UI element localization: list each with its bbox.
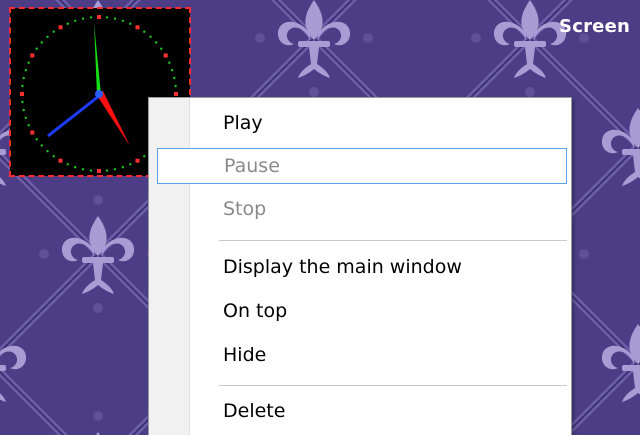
clock-minute-dot bbox=[21, 100, 24, 104]
clock-hour-mark bbox=[163, 53, 168, 58]
clock-minute-dot bbox=[81, 168, 85, 171]
clock-minute-dot bbox=[160, 47, 163, 50]
clock-minute-dot bbox=[113, 168, 117, 171]
clock-minute-dot bbox=[143, 155, 146, 158]
menu-item-on-top[interactable]: On top bbox=[157, 294, 567, 330]
menu-item-label: Pause bbox=[224, 155, 280, 177]
clock-minute-dot bbox=[168, 61, 171, 64]
menu-separator bbox=[219, 240, 567, 242]
clock-minute-dot bbox=[173, 76, 176, 80]
clock-minute-dot bbox=[105, 169, 109, 172]
clock-hour-mark bbox=[135, 25, 140, 30]
clock-minute-dot bbox=[40, 41, 43, 44]
menu-item-label: Play bbox=[223, 112, 263, 134]
clock-hour-mark bbox=[58, 25, 63, 30]
clock-red-hand bbox=[96, 91, 130, 146]
clock-minute-dot bbox=[27, 61, 30, 64]
clock-minute-dot bbox=[22, 108, 25, 112]
menu-item-label: Hide bbox=[223, 344, 267, 366]
clock-minute-dot bbox=[46, 35, 49, 38]
clock-blue-hand bbox=[47, 94, 100, 138]
clock-minute-dot bbox=[171, 69, 174, 72]
clock-minute-dot bbox=[22, 76, 25, 80]
clock-hour-mark bbox=[58, 158, 63, 163]
clock-hour-mark bbox=[174, 92, 178, 96]
clock-minute-dot bbox=[52, 155, 55, 158]
clock-hour-mark bbox=[20, 92, 24, 96]
clock-minute-dot bbox=[129, 22, 132, 25]
clock-hour-mark bbox=[30, 53, 35, 58]
clock-minute-dot bbox=[35, 138, 38, 141]
clock-hour-mark bbox=[97, 15, 101, 19]
clock-minute-dot bbox=[121, 166, 125, 169]
clock-hour-mark bbox=[30, 130, 35, 135]
clock-minute-dot bbox=[24, 116, 27, 120]
menu-separator bbox=[219, 385, 567, 387]
menu-item-stop[interactable]: Stop bbox=[157, 192, 567, 228]
screen-label: Screen bbox=[559, 16, 630, 37]
menu-item-label: Delete bbox=[223, 400, 286, 422]
clock-minute-dot bbox=[121, 19, 125, 22]
clock-center bbox=[95, 90, 103, 98]
clock-minute-dot bbox=[89, 16, 93, 19]
clock-minute-dot bbox=[35, 47, 38, 50]
clock-minute-dot bbox=[129, 163, 132, 166]
menu-item-hide[interactable]: Hide bbox=[157, 338, 567, 374]
menu-item-label: Display the main window bbox=[223, 256, 462, 278]
menu-item-pause[interactable]: Pause bbox=[157, 148, 567, 184]
context-menu: Play Pause Stop Display the main window … bbox=[148, 97, 572, 435]
clock-minute-dot bbox=[81, 17, 85, 20]
clock-minute-dot bbox=[27, 124, 30, 127]
clock-green-hand bbox=[94, 23, 101, 95]
clock-minute-dot bbox=[155, 41, 158, 44]
menu-item-display-main-window[interactable]: Display the main window bbox=[157, 250, 567, 286]
menu-item-play[interactable]: Play bbox=[157, 106, 567, 142]
clock-minute-dot bbox=[105, 16, 109, 19]
clock-minute-dot bbox=[74, 19, 77, 22]
clock-minute-dot bbox=[66, 22, 69, 25]
clock-hour-mark bbox=[97, 169, 101, 173]
desktop: Screen Play Pause Stop Display the main … bbox=[0, 0, 640, 435]
menu-item-label: On top bbox=[223, 300, 288, 322]
clock-minute-dot bbox=[113, 17, 117, 20]
menu-item-label: Stop bbox=[223, 198, 267, 220]
menu-item-delete[interactable]: Delete bbox=[157, 394, 567, 430]
clock-minute-dot bbox=[40, 144, 43, 147]
clock-minute-dot bbox=[89, 169, 93, 172]
clock-minute-dot bbox=[66, 163, 69, 166]
clock-minute-dot bbox=[52, 30, 55, 33]
clock-hour-mark bbox=[135, 158, 140, 163]
clock-minute-dot bbox=[24, 69, 27, 72]
clock-minute-dot bbox=[174, 84, 177, 88]
clock-minute-dot bbox=[149, 35, 152, 38]
clock-minute-dot bbox=[21, 84, 24, 88]
clock-minute-dot bbox=[46, 150, 49, 153]
clock-minute-dot bbox=[143, 30, 146, 33]
clock-minute-dot bbox=[74, 166, 77, 169]
